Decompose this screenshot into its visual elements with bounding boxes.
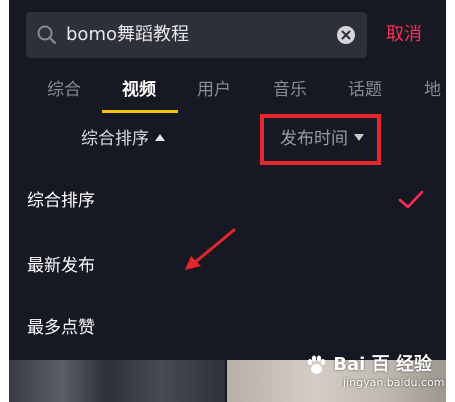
baidu-jingyan-watermark: Bai 百 经验 jingyan.baidu.com: [305, 350, 445, 400]
annotation-highlight-box: [260, 114, 381, 165]
tab-music[interactable]: 音乐: [273, 70, 307, 110]
search-bar: bomo舞蹈教程 取消: [9, 12, 446, 58]
triangle-up-icon: [155, 133, 165, 141]
app-screen: bomo舞蹈教程 取消 综合 视频 用户 音乐 话题 地 综合排序 发布时间 综…: [9, 0, 446, 402]
video-thumbnail[interactable]: [9, 360, 225, 402]
tab-bar: 综合 视频 用户 音乐 话题 地: [9, 70, 446, 114]
watermark-logo-text: Bai 百 经验: [333, 354, 432, 375]
sort-comprehensive-label: 综合排序: [81, 129, 149, 149]
option-most-liked[interactable]: 最多点赞: [27, 313, 95, 338]
option-latest[interactable]: 最新发布: [27, 251, 95, 276]
search-input[interactable]: bomo舞蹈教程: [26, 12, 367, 58]
active-tab-indicator: [102, 110, 178, 113]
tab-topics[interactable]: 话题: [348, 70, 382, 110]
check-icon: [398, 190, 424, 209]
arrow-annotation-icon: [185, 228, 236, 270]
watermark-logo: Bai 百 经验: [305, 350, 432, 376]
clear-icon[interactable]: [336, 25, 356, 45]
tab-video[interactable]: 视频: [122, 70, 156, 110]
tab-location[interactable]: 地: [424, 70, 441, 110]
search-query-text: bomo舞蹈教程: [66, 24, 189, 45]
tab-users[interactable]: 用户: [197, 70, 231, 110]
watermark-url: jingyan.baidu.com: [343, 376, 445, 389]
option-comprehensive[interactable]: 综合排序: [27, 186, 95, 211]
paw-icon: [307, 355, 326, 374]
search-icon: [37, 25, 57, 45]
cancel-button[interactable]: 取消: [386, 12, 422, 58]
tab-comprehensive[interactable]: 综合: [47, 70, 81, 110]
sort-comprehensive-button[interactable]: 综合排序: [81, 116, 165, 162]
